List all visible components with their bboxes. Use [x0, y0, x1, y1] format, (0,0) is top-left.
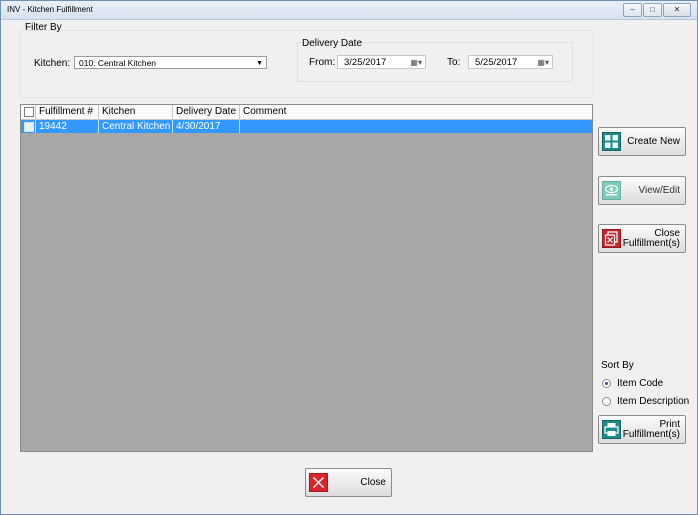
maximize-button[interactable]: □ [643, 3, 662, 17]
window-title: INV - Kitchen Fulfillment [7, 5, 93, 14]
close-document-icon [602, 229, 621, 248]
fulfillment-grid[interactable]: Fulfillment # Kitchen Delivery Date Comm… [20, 104, 593, 452]
minimize-button[interactable]: ‒ [623, 3, 642, 17]
create-new-button[interactable]: Create New [598, 127, 686, 156]
title-bar: INV - Kitchen Fulfillment ‒ □ ✕ [1, 1, 697, 20]
close-fulfillment-label-line2: Fulfillment(s) [622, 237, 680, 249]
calendar-dropdown-icon[interactable]: ▦▾ [410, 56, 422, 70]
to-label: To: [447, 57, 461, 68]
filter-group-label: Filter By [25, 22, 62, 33]
close-fulfillment-button[interactable]: Close Fulfillment(s) [598, 224, 686, 253]
delivery-date-label: Delivery Date [302, 38, 363, 49]
close-button[interactable]: Close [305, 468, 392, 497]
view-edit-label: View/Edit [638, 184, 680, 196]
column-header-delivery-date[interactable]: Delivery Date [173, 105, 240, 119]
row-select-cell [21, 120, 36, 133]
chevron-down-icon: ▼ [256, 60, 263, 67]
row-checkbox[interactable] [24, 122, 34, 132]
sort-item-code-label: Item Code [617, 378, 664, 389]
cell-comment[interactable] [240, 120, 592, 133]
to-date-value: 5/25/2017 [475, 57, 518, 68]
cell-kitchen[interactable]: Central Kitchen [99, 120, 173, 133]
print-fulfillment-label-line2: Fulfillment(s) [622, 428, 680, 440]
kitchen-label: Kitchen: [34, 58, 71, 69]
table-row[interactable]: 19442 Central Kitchen 4/30/2017 [21, 120, 592, 133]
view-edit-button[interactable]: View/Edit [598, 176, 686, 205]
radio-unselected[interactable] [602, 397, 611, 406]
red-x-icon [309, 473, 328, 492]
window-controls: ‒ □ ✕ [623, 3, 691, 17]
sort-item-description-label: Item Description [617, 396, 690, 407]
column-header-kitchen[interactable]: Kitchen [99, 105, 173, 119]
close-fulfillment-label: Close Fulfillment(s) [623, 225, 680, 252]
add-grid-icon [602, 132, 621, 151]
printer-icon [602, 420, 621, 439]
from-date-value: 3/25/2017 [344, 57, 387, 68]
print-fulfillment-label: Print Fulfillment(s) [623, 416, 680, 443]
sort-item-description-option[interactable]: Item Description [602, 396, 689, 407]
close-button-label: Close [360, 477, 386, 488]
radio-selected[interactable] [602, 379, 611, 388]
column-header-fulfillment[interactable]: Fulfillment # [36, 105, 99, 119]
column-header-comment[interactable]: Comment [240, 105, 592, 119]
grid-header: Fulfillment # Kitchen Delivery Date Comm… [21, 105, 592, 120]
kitchen-fulfillment-window: INV - Kitchen Fulfillment ‒ □ ✕ Filter B… [0, 0, 698, 515]
from-label: From: [309, 57, 336, 68]
sort-by-label: Sort By [601, 360, 634, 371]
eye-icon [602, 181, 621, 200]
to-date-picker[interactable]: 5/25/2017 ▦▾ [468, 55, 553, 69]
cell-fulfillment-number[interactable]: 19442 [36, 120, 99, 133]
calendar-dropdown-icon[interactable]: ▦▾ [537, 56, 549, 70]
header-select-all-cell [21, 105, 36, 119]
print-fulfillment-button[interactable]: Print Fulfillment(s) [598, 415, 686, 444]
select-all-checkbox[interactable] [24, 107, 34, 117]
kitchen-select[interactable]: 010: Central Kitchen ▼ [74, 56, 267, 69]
kitchen-select-value: 010: Central Kitchen [79, 58, 157, 68]
cell-delivery-date[interactable]: 4/30/2017 [173, 120, 240, 133]
close-window-button[interactable]: ✕ [663, 3, 691, 17]
create-new-label: Create New [627, 135, 680, 147]
from-date-picker[interactable]: 3/25/2017 ▦▾ [337, 55, 426, 69]
sort-item-code-option[interactable]: Item Code [602, 378, 663, 389]
